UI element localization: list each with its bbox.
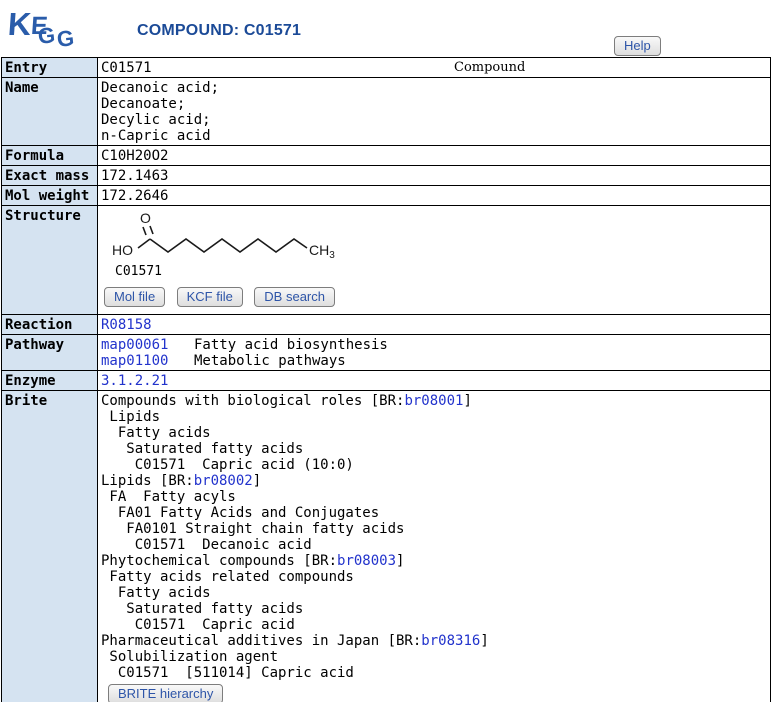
table-row-brite: Brite Compounds with biological roles [B… [2,391,771,702]
row-label-exact-mass: Exact mass [2,166,98,186]
table-row-enzyme: Enzyme 3.1.2.21 [2,371,771,391]
enzyme-link[interactable]: 3.1.2.21 [101,373,168,389]
enzyme-cell: 3.1.2.21 [98,371,771,391]
brite-line: FA Fatty acyls [101,489,767,505]
name-synonym: Decanoate; [101,96,767,112]
brite-line: Solubilization agent [101,649,767,665]
brite-line: Saturated fatty acids [101,441,767,457]
logo-letter: G [37,22,57,50]
kegg-logo[interactable]: K E G G [8,6,88,54]
db-search-button[interactable]: DB search [254,287,335,307]
row-label-structure: Structure [2,206,98,315]
brite-cell: Compounds with biological roles [BR:br08… [98,391,771,702]
brite-line: FA01 Fatty Acids and Conjugates [101,505,767,521]
pathway-entry: map01100Metabolic pathways [101,353,767,369]
entry-type: Compound [454,60,525,76]
pathway-map-link[interactable]: map00061 [101,337,194,353]
brite-br-link[interactable]: br08002 [194,473,253,489]
help-button[interactable]: Help [614,36,661,56]
brite-line: C01571 Capric acid [101,617,767,633]
brite-line: C01571 Capric acid (10:0) [101,457,767,473]
table-row-mol-weight: Mol weight 172.2646 [2,186,771,206]
row-label-entry: Entry [2,58,98,78]
brite-line: FA0101 Straight chain fatty acids [101,521,767,537]
reaction-cell: R08158 [98,315,771,335]
mol-file-button[interactable]: Mol file [104,287,165,307]
page-header: K E G G COMPOUND: C01571 Help [0,0,772,57]
brite-line: Fatty acids related compounds [101,569,767,585]
pathway-name: Fatty acid biosynthesis [194,337,388,353]
structure-drawing: O HO CH3 [108,210,348,266]
brite-line: Lipids [BR:br08002] [101,473,767,489]
name-synonym: n-Capric acid [101,128,767,144]
pathway-cell: map00061Fatty acid biosynthesis map01100… [98,335,771,371]
entry-id: C01571 [101,60,152,76]
table-row-structure: Structure O HO CH3 C01571 [2,206,771,315]
pathway-map-link[interactable]: map01100 [101,353,194,369]
brite-br-link[interactable]: br08003 [337,553,396,569]
compound-table: Entry C01571 Compound Name Decanoic acid… [1,57,771,702]
reaction-link[interactable]: R08158 [101,317,152,333]
structure-buttons: Mol file KCF file DB search [104,287,338,307]
atom-label-ch3: CH3 [309,242,335,261]
brite-line: Fatty acids [101,425,767,441]
brite-line: C01571 Decanoic acid [101,537,767,553]
entry-cell: C01571 Compound [98,58,771,78]
table-row-formula: Formula C10H20O2 [2,146,771,166]
mol-weight-value: 172.2646 [98,186,771,206]
row-label-brite: Brite [2,391,98,702]
kcf-file-button[interactable]: KCF file [177,287,243,307]
structure-compound-id: C01571 [115,264,162,280]
brite-line: Pharmaceutical additives in Japan [BR:br… [101,633,767,649]
brite-hierarchy-button[interactable]: BRITE hierarchy [108,684,223,702]
page-title: COMPOUND: C01571 [137,22,301,40]
brite-line: Compounds with biological roles [BR:br08… [101,393,767,409]
brite-line: Lipids [101,409,767,425]
atom-label-ho: HO [112,242,133,258]
name-synonym: Decanoic acid; [101,80,767,96]
row-label-enzyme: Enzyme [2,371,98,391]
exact-mass-value: 172.1463 [98,166,771,186]
row-label-reaction: Reaction [2,315,98,335]
structure-cell: O HO CH3 C01571 Mol file KCF file DB sea… [98,206,771,315]
pathway-entry: map00061Fatty acid biosynthesis [101,337,767,353]
table-row-name: Name Decanoic acid; Decanoate; Decylic a… [2,78,771,146]
brite-line: Saturated fatty acids [101,601,767,617]
row-label-mol-weight: Mol weight [2,186,98,206]
row-label-pathway: Pathway [2,335,98,371]
table-row-reaction: Reaction R08158 [2,315,771,335]
formula-value: C10H20O2 [98,146,771,166]
brite-br-link[interactable]: br08001 [404,393,463,409]
table-row-exact-mass: Exact mass 172.1463 [2,166,771,186]
brite-line: Phytochemical compounds [BR:br08003] [101,553,767,569]
kegg-compound-page: K E G G COMPOUND: C01571 Help Entry C015… [0,0,772,702]
table-row-entry: Entry C01571 Compound [2,58,771,78]
name-synonym: Decylic acid; [101,112,767,128]
logo-letter: G [56,25,76,53]
pathway-name: Metabolic pathways [194,353,346,369]
brite-line: Fatty acids [101,585,767,601]
brite-line: C01571 [511014] Capric acid [101,665,767,681]
row-label-formula: Formula [2,146,98,166]
atom-label-o: O [140,210,151,226]
brite-br-link[interactable]: br08316 [421,633,480,649]
row-label-name: Name [2,78,98,146]
table-row-pathway: Pathway map00061Fatty acid biosynthesis … [2,335,771,371]
name-cell: Decanoic acid; Decanoate; Decylic acid; … [98,78,771,146]
logo-letter: K [7,6,33,43]
